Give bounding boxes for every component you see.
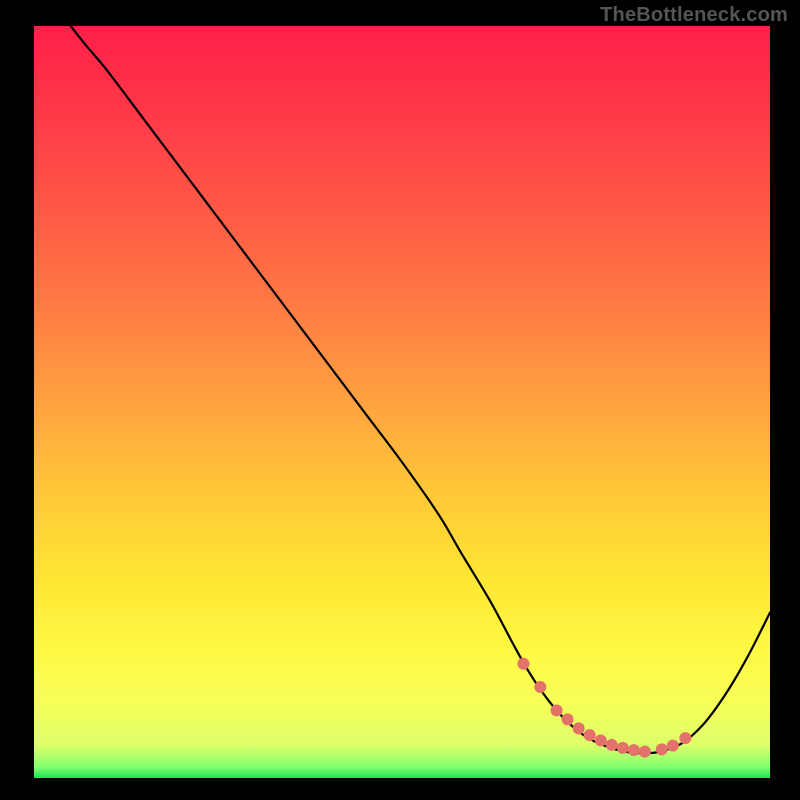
- highlight-marker: [667, 740, 679, 752]
- highlight-marker: [606, 739, 618, 751]
- chart-frame: TheBottleneck.com: [0, 0, 800, 800]
- highlight-marker: [517, 658, 529, 670]
- highlight-marker: [628, 744, 640, 756]
- highlight-marker: [595, 734, 607, 746]
- highlight-marker: [656, 743, 668, 755]
- highlight-marker: [679, 732, 691, 744]
- watermark-text: TheBottleneck.com: [600, 4, 788, 27]
- gradient-background: [34, 26, 770, 778]
- highlight-marker: [551, 704, 563, 716]
- highlight-marker: [573, 722, 585, 734]
- highlight-marker: [562, 713, 574, 725]
- highlight-marker: [639, 746, 651, 758]
- highlight-marker: [584, 729, 596, 741]
- highlight-marker: [534, 681, 546, 693]
- chart-svg: [34, 26, 770, 778]
- highlight-marker: [617, 742, 629, 754]
- plot-area: [34, 26, 770, 778]
